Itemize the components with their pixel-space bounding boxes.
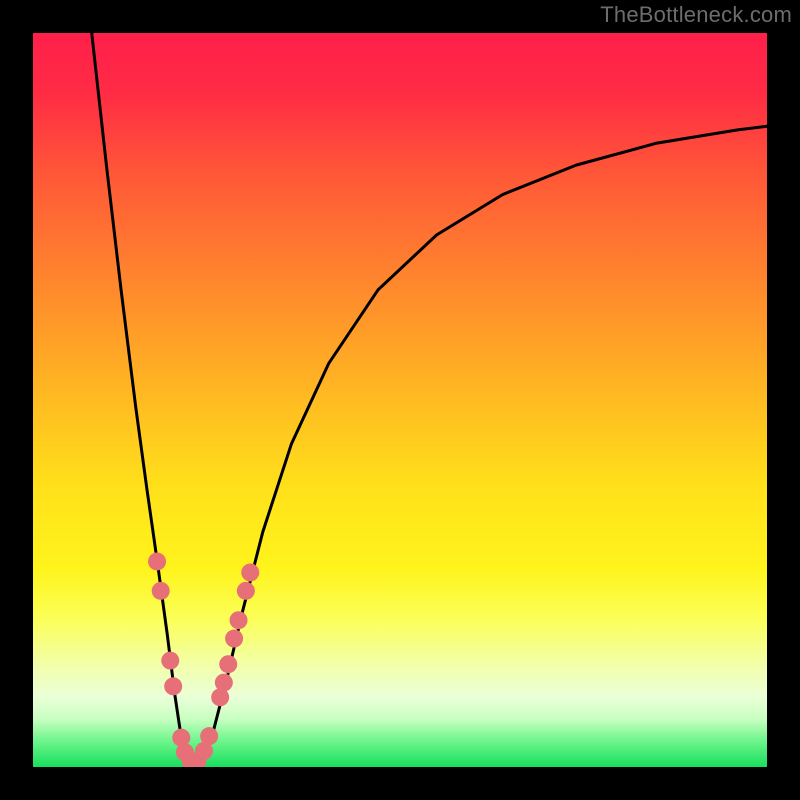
highlight-dot (164, 677, 182, 695)
watermark-text: TheBottleneck.com (600, 2, 792, 28)
chart-svg (33, 33, 767, 767)
highlight-dot (219, 655, 237, 673)
highlight-dot (241, 563, 259, 581)
highlight-dot (152, 582, 170, 600)
highlight-dot (161, 652, 179, 670)
highlight-dot (148, 552, 166, 570)
highlight-dot (225, 630, 243, 648)
highlight-dot (230, 611, 248, 629)
highlight-dot (215, 674, 233, 692)
plot-area (33, 33, 767, 767)
highlight-dot (237, 582, 255, 600)
outer-frame: TheBottleneck.com (0, 0, 800, 800)
highlight-dot (200, 727, 218, 745)
